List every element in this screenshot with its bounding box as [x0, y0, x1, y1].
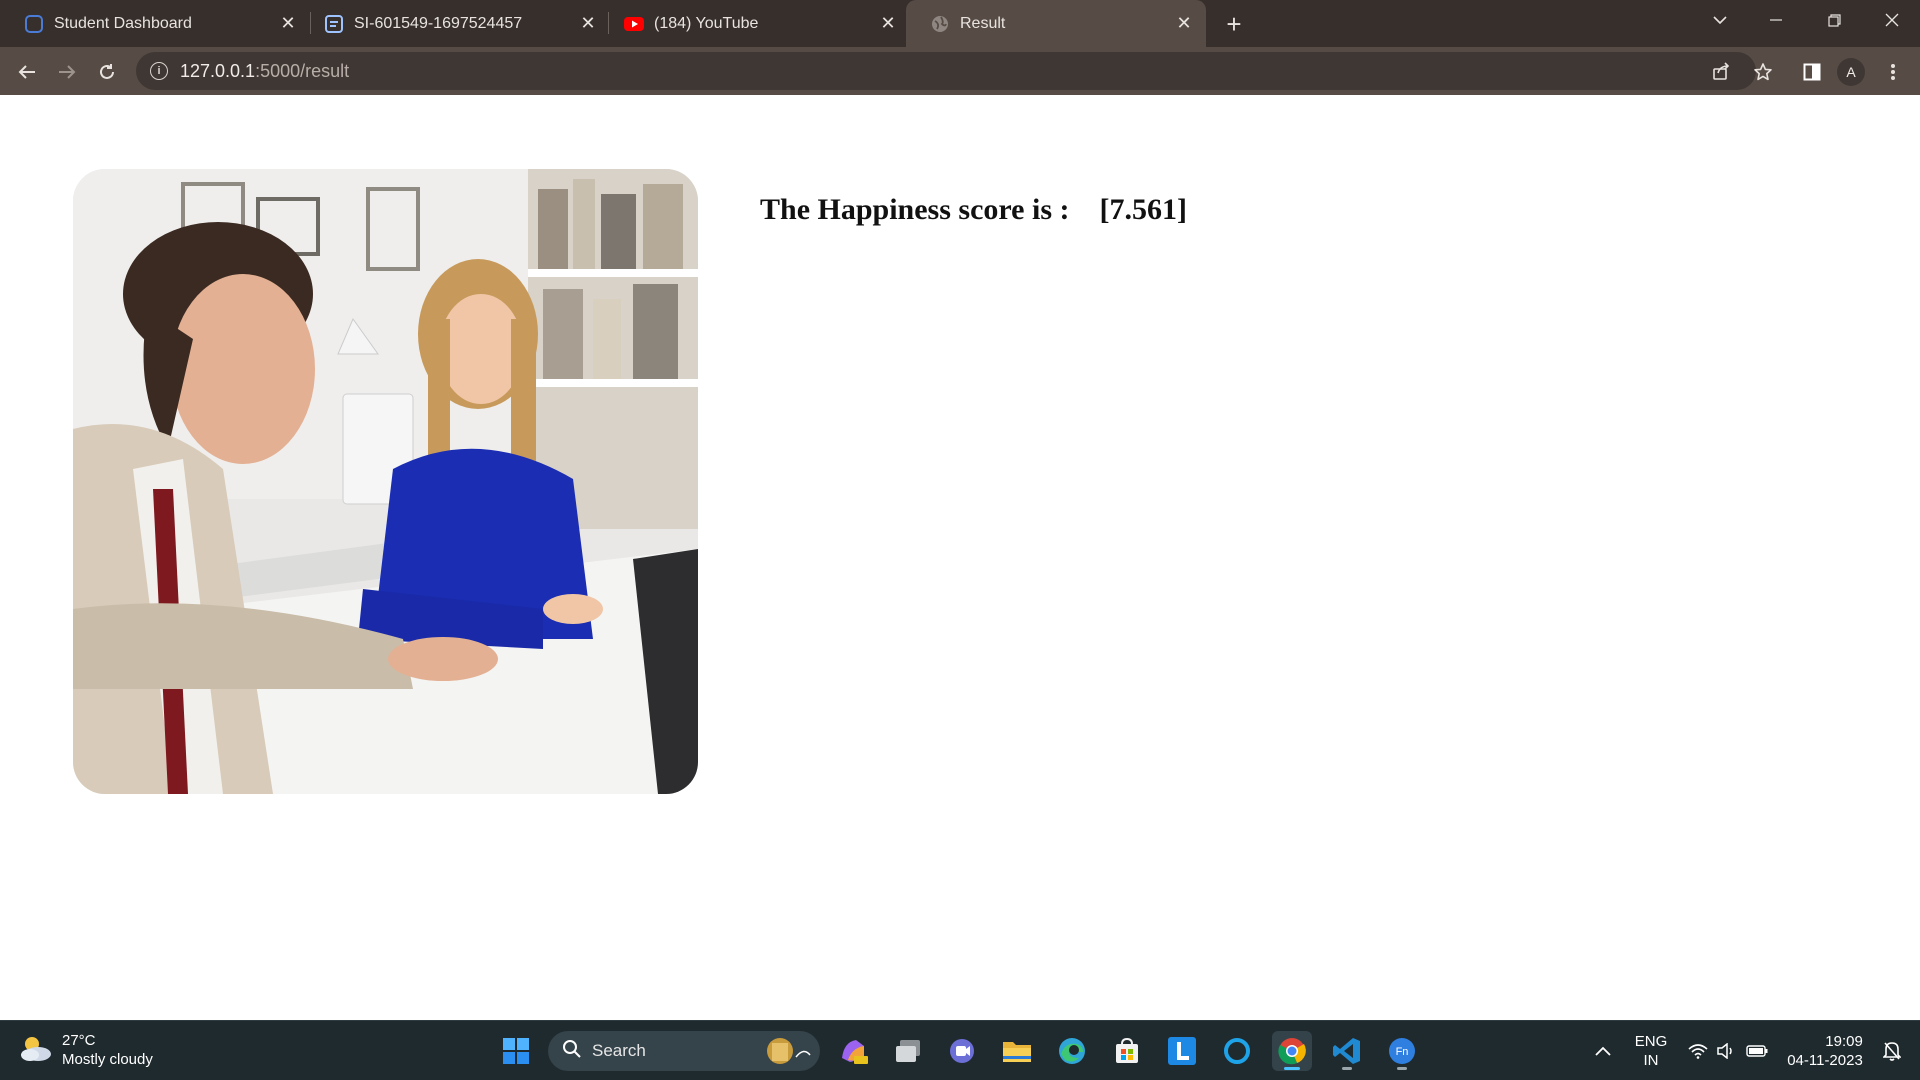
document-favicon-icon	[324, 14, 344, 34]
url-host: 127.0.0.1	[180, 60, 256, 81]
chrome-browser-icon[interactable]	[1272, 1031, 1312, 1071]
site-info-icon[interactable]: i	[150, 62, 168, 80]
volume-icon[interactable]	[1712, 1021, 1740, 1080]
system-clock[interactable]: 19:09 04-11-2023	[1782, 1021, 1868, 1080]
edge-browser-icon[interactable]	[1052, 1031, 1092, 1071]
search-icon	[562, 1039, 582, 1064]
weather-widget[interactable]: 27°C Mostly cloudy	[18, 1031, 153, 1069]
new-tab-button[interactable]: +	[1218, 8, 1250, 40]
page-content: The Happiness score is : [7.561]	[0, 95, 1920, 1020]
tab-result[interactable]: Result ✕	[906, 0, 1206, 47]
profile-avatar[interactable]: A	[1837, 58, 1865, 86]
microsoft-store-icon[interactable]	[1107, 1031, 1147, 1071]
result-value: [7.561]	[1099, 193, 1187, 226]
battery-icon[interactable]	[1742, 1021, 1772, 1080]
tab-si-document[interactable]: SI-601549-1697524457 ✕	[300, 0, 610, 47]
side-panel-icon[interactable]	[1795, 55, 1829, 89]
close-window-button[interactable]	[1864, 0, 1920, 40]
fn-app-icon[interactable]: Fn	[1382, 1031, 1422, 1071]
search-placeholder: Search	[592, 1041, 646, 1060]
copilot-preview-icon[interactable]	[833, 1031, 873, 1071]
dashboard-favicon-icon	[24, 14, 44, 34]
windows-taskbar: 27°C Mostly cloudy Search Fn ENG IN 19:0…	[0, 1020, 1920, 1080]
weather-desc: Mostly cloudy	[62, 1051, 153, 1068]
close-icon[interactable]: ✕	[574, 10, 602, 38]
weather-temp: 27°C	[62, 1032, 96, 1049]
happiness-score-result: The Happiness score is : [7.561]	[760, 193, 1187, 227]
url-path: :5000/result	[255, 60, 350, 81]
close-icon[interactable]: ✕	[274, 10, 302, 38]
cortana-ring-icon[interactable]	[1217, 1031, 1257, 1071]
globe-favicon-icon	[930, 14, 950, 34]
show-hidden-icons-chevron-icon[interactable]	[1586, 1021, 1620, 1080]
tab-title: SI-601549-1697524457	[354, 14, 523, 32]
search-highlight-icon	[760, 1035, 812, 1072]
running-indicator	[1397, 1067, 1407, 1070]
l-app-icon[interactable]	[1162, 1031, 1202, 1071]
reload-button[interactable]	[90, 55, 124, 89]
clock-date: 04-11-2023	[1787, 1052, 1863, 1069]
notification-bell-icon[interactable]	[1874, 1021, 1910, 1080]
clock-time: 19:09	[1825, 1033, 1863, 1050]
browser-toolbar: i 127.0.0.1:5000/result A	[0, 47, 1920, 95]
task-view-icon[interactable]	[888, 1031, 928, 1071]
running-indicator	[1284, 1067, 1300, 1070]
close-icon[interactable]: ✕	[1170, 10, 1198, 38]
tab-search-chevron-icon[interactable]	[1692, 0, 1748, 40]
close-icon[interactable]: ✕	[874, 10, 902, 38]
kebab-menu-icon[interactable]	[1876, 55, 1910, 89]
taskbar-search[interactable]: Search	[548, 1031, 820, 1071]
wifi-icon[interactable]	[1684, 1021, 1712, 1080]
tab-title: Student Dashboard	[54, 14, 192, 32]
vscode-icon[interactable]	[1327, 1031, 1367, 1071]
address-bar[interactable]: i 127.0.0.1:5000/result	[136, 52, 1756, 90]
tab-youtube[interactable]: (184) YouTube ✕	[600, 0, 910, 47]
file-explorer-icon[interactable]	[997, 1031, 1037, 1071]
region-code: IN	[1643, 1052, 1659, 1069]
youtube-favicon-icon	[624, 14, 644, 34]
teams-chat-icon[interactable]	[942, 1031, 982, 1071]
start-button[interactable]	[496, 1031, 536, 1071]
result-label: The Happiness score is :	[760, 193, 1070, 226]
tab-title: (184) YouTube	[654, 14, 759, 32]
forward-button[interactable]	[50, 55, 84, 89]
tab-title: Result	[960, 14, 1006, 32]
office-meeting-photo	[73, 169, 698, 794]
back-button[interactable]	[10, 55, 44, 89]
cloudy-weather-icon	[18, 1033, 52, 1068]
svg-text:Fn: Fn	[1396, 1046, 1409, 1058]
running-indicator	[1342, 1067, 1352, 1070]
bookmark-star-icon[interactable]	[1746, 55, 1780, 89]
language-code: ENG	[1634, 1033, 1668, 1050]
share-icon[interactable]	[1702, 52, 1740, 90]
tab-student-dashboard[interactable]: Student Dashboard ✕	[0, 0, 310, 47]
browser-tabstrip: Student Dashboard ✕ SI-601549-1697524457…	[0, 0, 1920, 47]
minimize-button[interactable]	[1748, 0, 1804, 40]
language-indicator[interactable]: ENG IN	[1628, 1021, 1674, 1080]
restore-button[interactable]	[1806, 0, 1862, 40]
